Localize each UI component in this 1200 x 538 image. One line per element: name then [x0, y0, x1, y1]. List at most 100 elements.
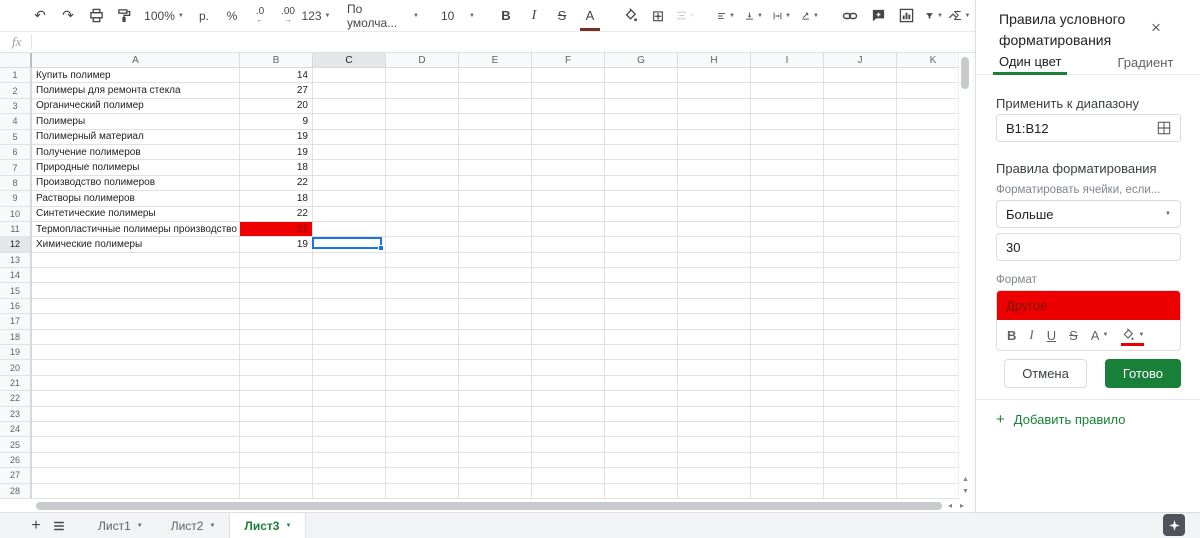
- cell-k19[interactable]: [897, 345, 958, 361]
- column-header-b[interactable]: B: [240, 53, 313, 68]
- cell-c2[interactable]: [313, 83, 386, 99]
- cell-f12[interactable]: [532, 237, 605, 253]
- spreadsheet-grid[interactable]: ABCDEFGHIJK 1 Купить полимер 14 2 Полимеры д…: [0, 53, 958, 500]
- cell-b10[interactable]: 22: [240, 206, 313, 222]
- cell-j2[interactable]: [824, 83, 897, 99]
- cell-i28[interactable]: [751, 483, 824, 499]
- row-header-28[interactable]: 28: [0, 483, 32, 499]
- horizontal-align-icon[interactable]: ▼: [717, 4, 735, 28]
- cell-a16[interactable]: [32, 298, 240, 315]
- row-header-5[interactable]: 5: [0, 129, 32, 145]
- cell-h13[interactable]: [678, 252, 751, 269]
- cell-a17[interactable]: [32, 314, 240, 330]
- cell-i6[interactable]: [751, 144, 824, 161]
- cell-e11[interactable]: [459, 221, 532, 238]
- cell-d14[interactable]: [386, 268, 459, 284]
- cell-g1[interactable]: [605, 68, 678, 84]
- cell-d20[interactable]: [386, 360, 459, 376]
- cell-j19[interactable]: [824, 345, 897, 361]
- borders-icon[interactable]: ⊞: [649, 4, 667, 28]
- format-underline-button[interactable]: U: [1047, 327, 1056, 343]
- vertical-scrollbar[interactable]: ▲ ▼: [958, 53, 971, 500]
- cell-h19[interactable]: [678, 345, 751, 361]
- cancel-button[interactable]: Отмена: [1004, 359, 1087, 388]
- cell-i27[interactable]: [751, 468, 824, 484]
- scroll-right-icon[interactable]: ▸: [960, 501, 964, 510]
- cell-g2[interactable]: [605, 83, 678, 99]
- row-header-18[interactable]: 18: [0, 329, 32, 346]
- cell-i13[interactable]: [751, 252, 824, 269]
- done-button[interactable]: Готово: [1104, 359, 1181, 388]
- chevron-down-icon[interactable]: ▼: [285, 523, 291, 529]
- cell-i16[interactable]: [751, 298, 824, 315]
- column-header-h[interactable]: H: [678, 53, 751, 68]
- cell-j27[interactable]: [824, 468, 897, 484]
- cell-h23[interactable]: [678, 406, 751, 422]
- undo-icon[interactable]: ↶: [31, 4, 49, 28]
- cell-k24[interactable]: [897, 422, 958, 438]
- cell-h1[interactable]: [678, 68, 751, 84]
- cell-f20[interactable]: [532, 360, 605, 376]
- cell-f2[interactable]: [532, 83, 605, 99]
- strikethrough-button[interactable]: S: [553, 4, 571, 28]
- sheet-tab-лист1[interactable]: Лист1 ▼: [84, 513, 157, 538]
- print-icon[interactable]: [87, 4, 105, 28]
- cell-d22[interactable]: [386, 391, 459, 407]
- cell-d1[interactable]: [386, 68, 459, 84]
- cell-c23[interactable]: [313, 406, 386, 422]
- cell-d2[interactable]: [386, 83, 459, 99]
- cell-e24[interactable]: [459, 421, 532, 438]
- cell-d7[interactable]: [386, 160, 459, 176]
- row-header-24[interactable]: 24: [0, 421, 32, 438]
- cell-j24[interactable]: [824, 421, 897, 438]
- cell-d18[interactable]: [386, 329, 459, 346]
- cell-g15[interactable]: [605, 283, 678, 299]
- cell-e17[interactable]: [459, 314, 532, 330]
- cell-k7[interactable]: [897, 160, 958, 176]
- cell-h11[interactable]: [678, 221, 751, 238]
- cell-h27[interactable]: [678, 468, 751, 484]
- cell-j28[interactable]: [824, 483, 897, 499]
- scroll-down-icon[interactable]: ▼: [959, 486, 972, 498]
- cell-k20[interactable]: [897, 360, 958, 376]
- cell-j4[interactable]: [824, 114, 897, 130]
- collapse-toolbar-button[interactable]: [944, 7, 962, 25]
- cell-e26[interactable]: [459, 452, 532, 469]
- cell-k8[interactable]: [897, 176, 958, 192]
- cell-e10[interactable]: [459, 206, 532, 222]
- cell-i1[interactable]: [751, 68, 824, 84]
- cell-f17[interactable]: [532, 314, 605, 330]
- cell-k10[interactable]: [897, 207, 958, 222]
- cell-c27[interactable]: [313, 468, 386, 484]
- cell-b23[interactable]: [240, 406, 313, 422]
- cell-b3[interactable]: 20: [240, 98, 313, 115]
- cell-c20[interactable]: [313, 360, 386, 376]
- cell-c1[interactable]: [313, 68, 386, 84]
- cell-j5[interactable]: [824, 129, 897, 145]
- cell-g28[interactable]: [605, 483, 678, 499]
- italic-button[interactable]: I: [525, 4, 543, 28]
- cell-c4[interactable]: [313, 114, 386, 130]
- cell-a9[interactable]: Растворы полимеров: [32, 191, 240, 207]
- cell-k11[interactable]: [897, 222, 958, 238]
- text-color-button[interactable]: A: [580, 4, 600, 31]
- cell-j10[interactable]: [824, 206, 897, 222]
- select-all-corner[interactable]: [0, 53, 32, 68]
- cell-i9[interactable]: [751, 191, 824, 207]
- scroll-up-icon[interactable]: ▲: [959, 474, 972, 486]
- cell-e16[interactable]: [459, 298, 532, 315]
- row-header-11[interactable]: 11: [0, 221, 32, 238]
- cell-e4[interactable]: [459, 114, 532, 130]
- currency-format-button[interactable]: р.: [195, 4, 213, 28]
- cell-f16[interactable]: [532, 298, 605, 315]
- fill-handle[interactable]: [378, 245, 384, 251]
- row-header-1[interactable]: 1: [0, 68, 32, 84]
- cell-f10[interactable]: [532, 206, 605, 222]
- column-header-e[interactable]: E: [459, 53, 532, 68]
- cell-d3[interactable]: [386, 98, 459, 115]
- cell-b18[interactable]: [240, 329, 313, 346]
- cell-c26[interactable]: [313, 452, 386, 469]
- cell-e2[interactable]: [459, 83, 532, 99]
- cell-g14[interactable]: [605, 268, 678, 284]
- cell-j3[interactable]: [824, 98, 897, 115]
